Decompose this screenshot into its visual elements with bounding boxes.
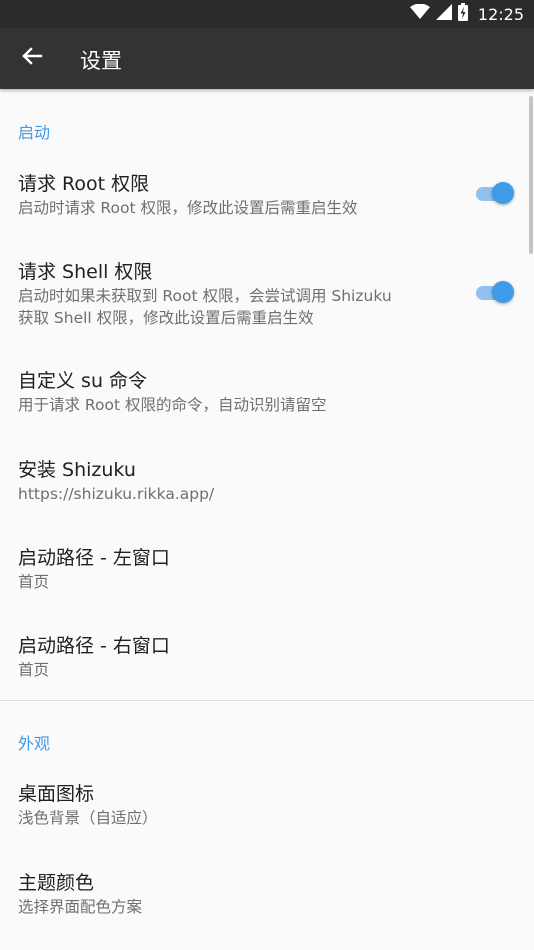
page-title: 设置 [80,49,122,73]
arrow-left-icon [21,45,43,71]
section-header-startup: 启动 [18,123,51,142]
setting-theme-color[interactable]: 主题颜色 选择界面配色方案 [0,868,534,928]
cellular-signal-icon [435,4,452,24]
battery-charging-icon [457,3,468,25]
setting-summary: 浅色背景（自适应） [18,809,158,827]
toolbar: 设置 [0,28,534,89]
setting-title: 请求 Root 权限 [18,173,150,195]
setting-summary-line2: 获取 Shell 权限，修改此设置后需重启生效 [18,309,314,327]
setting-title: 主题颜色 [18,872,95,894]
setting-install-shizuku[interactable]: 安装 Shizuku https://shizuku.rikka.app/ [0,455,534,515]
setting-summary: 选择界面配色方案 [18,898,143,916]
setting-title: 启动路径 - 左窗口 [18,547,170,569]
request-root-switch[interactable] [474,181,514,205]
setting-title: 安装 Shizuku [18,459,136,481]
setting-launcher-icon[interactable]: 桌面图标 浅色背景（自适应） [0,779,534,839]
setting-summary: https://shizuku.rikka.app/ [18,485,215,503]
section-divider [0,700,534,701]
setting-request-shell[interactable]: 请求 Shell 权限 启动时如果未获取到 Root 权限，会尝试调用 Shiz… [0,257,534,337]
setting-summary: 首页 [18,661,50,679]
setting-title: 桌面图标 [18,783,95,805]
settings-list[interactable]: 启动 请求 Root 权限 启动时请求 Root 权限，修改此设置后需重启生效 … [0,89,534,950]
status-time: 12:25 [477,4,524,24]
switch-thumb [492,182,514,204]
setting-summary: 启动时请求 Root 权限，修改此设置后需重启生效 [18,199,358,217]
scrollbar[interactable] [529,96,533,254]
setting-custom-su-command[interactable]: 自定义 su 命令 用于请求 Root 权限的命令，自动识别请留空 [0,366,534,426]
setting-summary: 首页 [18,573,50,591]
back-button[interactable] [14,40,50,76]
setting-title: 请求 Shell 权限 [18,261,153,283]
setting-title: 启动路径 - 右窗口 [18,635,170,657]
setting-request-root[interactable]: 请求 Root 权限 启动时请求 Root 权限，修改此设置后需重启生效 [0,169,534,229]
request-shell-switch[interactable] [474,280,514,304]
switch-thumb [492,281,514,303]
setting-title: 自定义 su 命令 [18,370,148,392]
setting-startup-path-right[interactable]: 启动路径 - 右窗口 首页 [0,631,534,691]
setting-summary: 用于请求 Root 权限的命令，自动识别请留空 [18,396,327,414]
wifi-icon [409,3,430,24]
status-bar: 12:25 [0,0,534,28]
setting-startup-path-left[interactable]: 启动路径 - 左窗口 首页 [0,543,534,603]
status-icons: 12:25 [409,3,524,25]
setting-summary-line1: 启动时如果未获取到 Root 权限，会尝试调用 Shizuku [18,287,392,305]
section-header-appearance: 外观 [18,734,51,753]
